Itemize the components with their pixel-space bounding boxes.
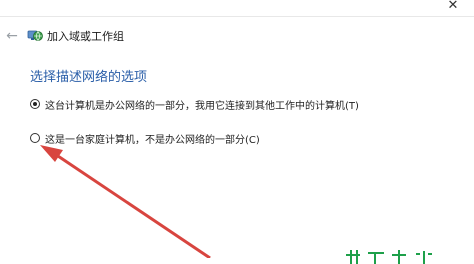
option-work-network[interactable]: 这台计算机是办公网络的一部分，我用它连接到其他工作中的计算机(T) — [30, 96, 359, 112]
section-heading: 选择描述网络的选项 — [30, 70, 148, 85]
radio-work-network[interactable] — [30, 99, 40, 109]
close-icon: ✕ — [447, 0, 459, 13]
join-domain-wizard-window: ✕ ← 加入域或工作组 选择描述网络的选项 这台计算机是办公网络的一部分，我用它… — [0, 0, 474, 264]
wizard-title: 加入域或工作组 — [47, 30, 124, 43]
back-arrow-icon: ← — [6, 28, 18, 44]
option-home-computer[interactable]: 这是一台家庭计算机，不是办公网络的一部分(C) — [30, 130, 260, 146]
close-button[interactable]: ✕ — [446, 0, 460, 14]
option-work-network-label: 这台计算机是办公网络的一部分，我用它连接到其他工作中的计算机(T) — [45, 100, 359, 112]
watermark-logo — [344, 244, 444, 264]
back-button[interactable]: ← — [4, 29, 20, 43]
radio-home-computer[interactable] — [30, 133, 40, 143]
title-bar: ✕ — [0, 0, 474, 17]
network-globe-icon — [27, 27, 43, 43]
option-home-computer-label: 这是一台家庭计算机，不是办公网络的一部分(C) — [45, 134, 260, 146]
